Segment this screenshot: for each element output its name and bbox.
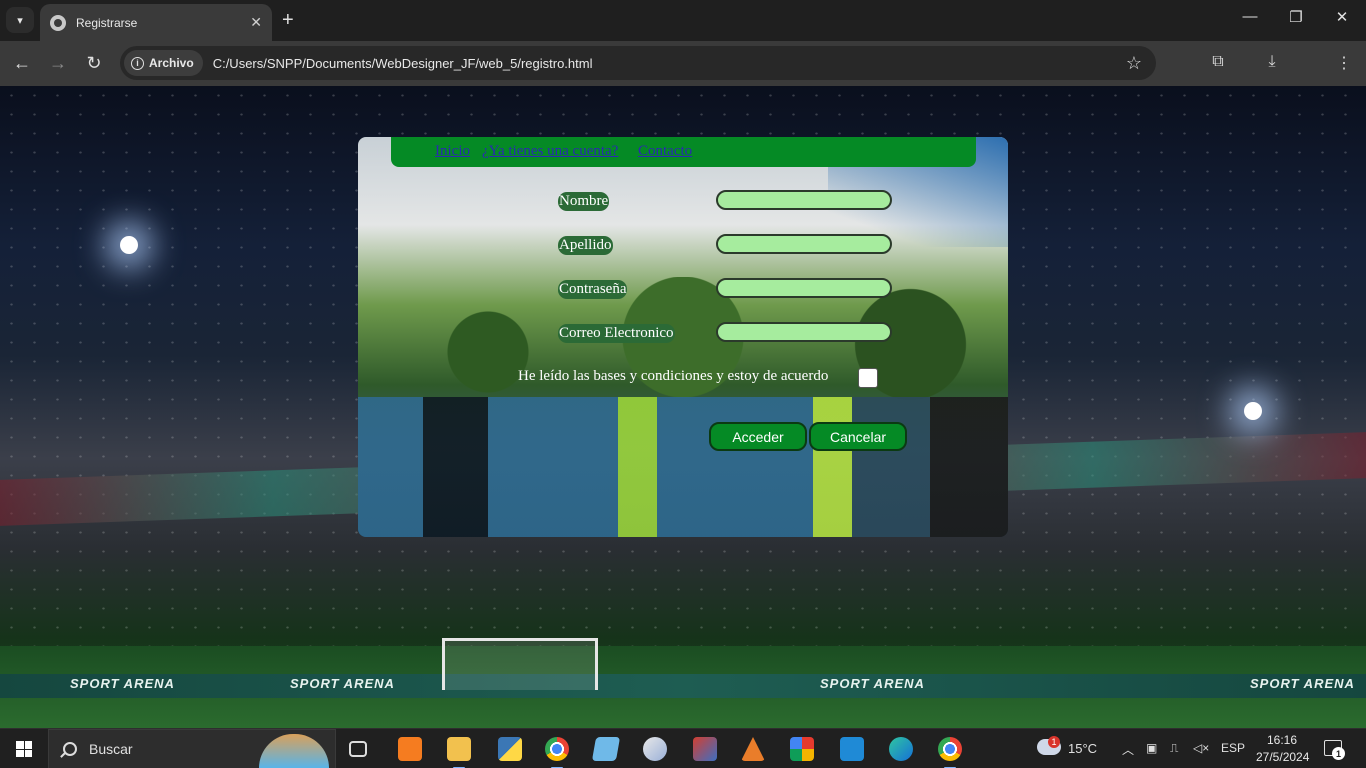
extensions-icon[interactable]: ⧉ — [1207, 53, 1229, 71]
apellido-label: Apellido — [558, 236, 613, 255]
close-tab-icon[interactable]: ✕ — [250, 14, 262, 31]
bookmark-star-icon[interactable]: ☆ — [1126, 53, 1142, 74]
terms-checkbox[interactable] — [858, 368, 878, 388]
nombre-label: Nombre — [558, 192, 610, 211]
taskbar-search[interactable]: Buscar — [48, 729, 336, 768]
globe-icon — [50, 14, 66, 31]
network-icon[interactable]: ⎍ — [1170, 741, 1178, 756]
floodlight-left — [120, 236, 138, 254]
chrome-icon[interactable] — [545, 737, 569, 768]
cancelar-button[interactable]: Cancelar — [809, 422, 907, 451]
sublime-icon[interactable] — [741, 737, 765, 761]
nav-link-inicio[interactable]: Inicio — [435, 143, 470, 160]
ad-text: SPORT ARENA — [1250, 676, 1355, 691]
more-menu-icon[interactable]: ⋮ — [1333, 53, 1355, 73]
card-background-players — [358, 397, 1008, 537]
download-icon[interactable]: ⤓ — [1261, 53, 1283, 71]
registration-form: Inicio ¿Ya tienes una cuenta? Contacto N… — [358, 137, 1008, 537]
floodlight-right — [1244, 402, 1262, 420]
search-label: Buscar — [89, 741, 133, 757]
info-icon: i — [131, 56, 144, 70]
close-window-button[interactable]: ✕ — [1330, 8, 1354, 26]
chevron-down-icon: ▾ — [17, 14, 23, 27]
windows-taskbar: Buscar 1 15°C ︿ ▣ ⎍ ◁× ESP 16:16 27/5/20… — [0, 728, 1366, 768]
paint-icon[interactable] — [643, 737, 667, 761]
new-tab-button[interactable]: + — [282, 8, 294, 32]
search-highlight-image — [259, 734, 329, 768]
camera-icon[interactable]: ▣ — [1146, 741, 1157, 755]
windows-start-icon[interactable] — [16, 741, 32, 757]
nav-link-login[interactable]: ¿Ya tienes una cuenta? — [482, 143, 618, 160]
minimize-window-button[interactable]: — — [1238, 8, 1262, 25]
address-bar[interactable]: i Archivo C:/Users/SNPP/Documents/WebDes… — [120, 46, 1156, 80]
active-tab[interactable]: Registrarse ✕ — [40, 4, 272, 41]
file-explorer-icon[interactable] — [447, 737, 471, 768]
notepad-icon[interactable] — [591, 737, 621, 761]
vscode-icon[interactable] — [840, 737, 864, 761]
ad-text: SPORT ARENA — [70, 676, 175, 691]
language-indicator[interactable]: ESP — [1221, 741, 1245, 755]
tab-search-button[interactable]: ▾ — [6, 7, 34, 33]
nombre-input[interactable] — [716, 190, 892, 210]
xampp-icon[interactable] — [398, 737, 422, 761]
python-icon[interactable] — [498, 737, 522, 761]
clock-date: 27/5/2024 — [1256, 750, 1310, 764]
ad-text: SPORT ARENA — [290, 676, 395, 691]
notification-count-badge: 1 — [1332, 747, 1345, 760]
contrasena-input[interactable] — [716, 278, 892, 298]
contrasena-label: Contraseña — [558, 280, 628, 299]
top-nav: Inicio ¿Ya tienes una cuenta? Contacto — [391, 137, 976, 167]
nav-link-contacto[interactable]: Contacto — [638, 143, 692, 160]
forward-button[interactable]: → — [46, 52, 70, 74]
weather-badge: 1 — [1048, 736, 1060, 748]
git-icon[interactable] — [693, 737, 717, 761]
ad-board — [0, 674, 1366, 698]
back-button[interactable]: ← — [10, 52, 34, 74]
chrome-icon-2[interactable] — [938, 737, 962, 768]
site-info-chip[interactable]: i Archivo — [124, 50, 203, 76]
chevron-up-icon[interactable]: ︿ — [1122, 741, 1134, 758]
browser-toolbar: ← → ↻ i Archivo C:/Users/SNPP/Documents/… — [0, 41, 1366, 114]
site-info-label: Archivo — [149, 56, 194, 70]
task-view-icon[interactable] — [349, 741, 367, 757]
clock[interactable]: 16:16 27/5/2024 — [1256, 732, 1310, 766]
search-icon — [63, 742, 77, 756]
clock-time: 16:16 — [1266, 733, 1298, 747]
edge-icon[interactable] — [889, 737, 913, 761]
tab-title: Registrarse — [76, 15, 138, 30]
acceder-button[interactable]: Acceder — [709, 422, 807, 451]
correo-label: Correo Electronico — [558, 324, 675, 343]
restore-window-button[interactable]: ❐ — [1284, 8, 1308, 26]
office-icon[interactable] — [790, 737, 814, 761]
ad-text: SPORT ARENA — [820, 676, 925, 691]
correo-input[interactable] — [716, 322, 892, 342]
terms-label: He leído las bases y condiciones y estoy… — [518, 368, 829, 384]
reload-button[interactable]: ↻ — [82, 52, 106, 74]
browser-tab-bar: ▾ Registrarse ✕ + — ❐ ✕ — [0, 0, 1366, 41]
goal-frame — [442, 638, 598, 690]
weather-temp[interactable]: 15°C — [1068, 741, 1097, 756]
page-viewport: SPORT ARENA SPORT ARENA SPORT ARENA SPOR… — [0, 86, 1366, 728]
url-text[interactable]: C:/Users/SNPP/Documents/WebDesigner_JF/w… — [213, 56, 1126, 71]
volume-muted-icon[interactable]: ◁× — [1193, 741, 1209, 755]
apellido-input[interactable] — [716, 234, 892, 254]
